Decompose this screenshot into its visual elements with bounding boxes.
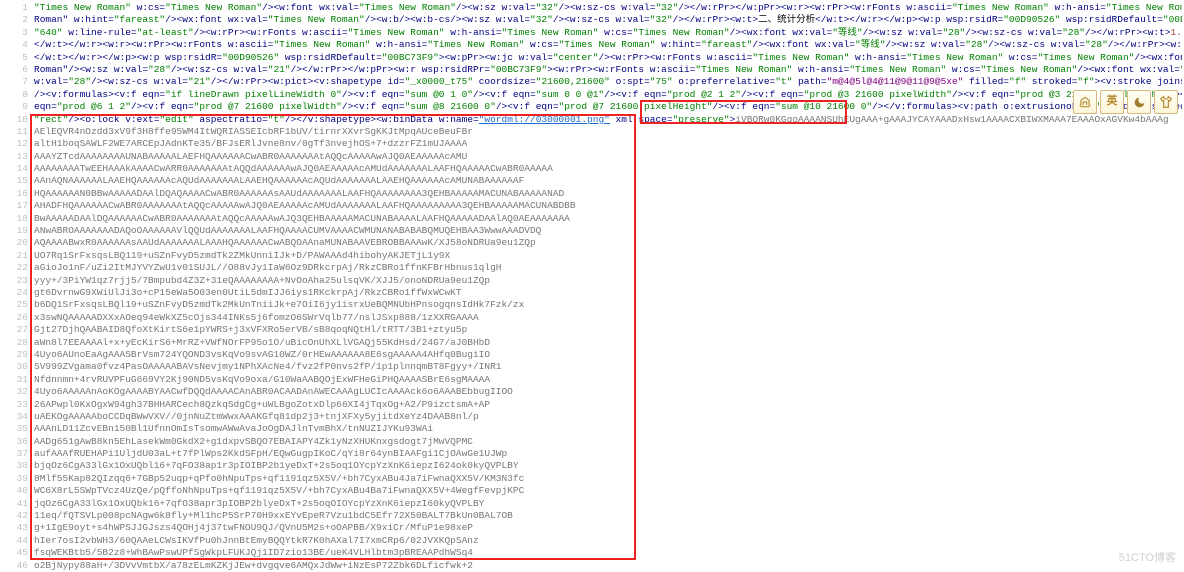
tool-english-icon[interactable]: 英	[1100, 90, 1124, 114]
line-number-gutter: 1234567891011121314151617181920212223242…	[0, 0, 32, 570]
tool-english-label: 英	[1107, 96, 1118, 108]
watermark: 51CTO博客	[1119, 552, 1176, 564]
floating-toolbar: 英	[1073, 90, 1178, 114]
tool-boat-icon[interactable]	[1073, 90, 1097, 114]
tool-shirt-icon[interactable]	[1154, 90, 1178, 114]
editor: 1234567891011121314151617181920212223242…	[0, 0, 1184, 570]
code-content[interactable]: "Times New Roman" w:cs="Times New Roman"…	[32, 0, 1184, 570]
tool-moon-icon[interactable]	[1127, 90, 1151, 114]
